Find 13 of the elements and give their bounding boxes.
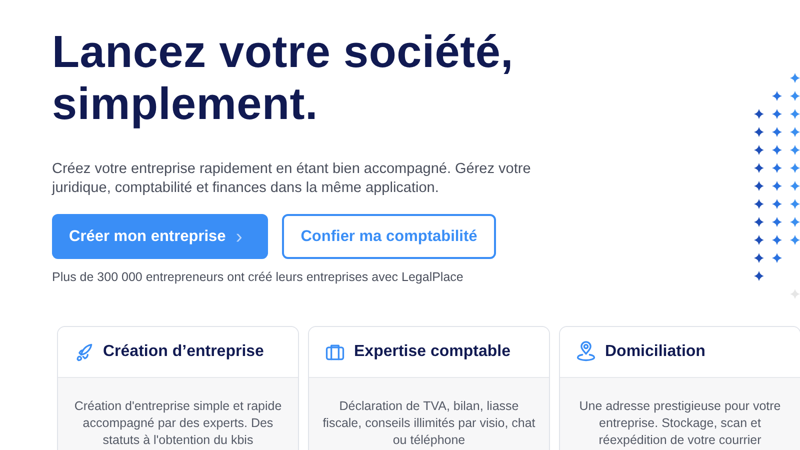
card-description: Création d'entreprise simple et rapide accompagné par des experts. Des statuts à l'obtention du kbis	[73, 398, 283, 449]
create-company-button[interactable]: Créer mon entreprise ›	[52, 214, 268, 259]
hero-subtitle: Créez votre entreprise rapidement en étant bien accompagné. Gérez votre juridique, comptabilité et finances dans la même application.	[52, 160, 532, 198]
card-title: Création d’entreprise	[103, 343, 264, 361]
card-description: Une adresse prestigieuse pour votre entreprise. Stockage, scan et réexpédition de votre courrier	[578, 398, 782, 449]
hero-title: Lancez votre société, simplement.	[52, 26, 514, 130]
hero-note: Plus de 300 000 entrepreneurs ont créé leurs entreprises avec LegalPlace	[52, 270, 464, 284]
location-pin-icon	[575, 341, 597, 363]
card-description: Déclaration de TVA, bilan, liasse fiscale, conseils illimités par visio, chat ou téléphone	[322, 398, 536, 449]
card-title: Expertise comptable	[354, 343, 510, 361]
accounting-button[interactable]: Confier ma comptabilité	[282, 214, 496, 259]
chevron-icon: ›	[236, 226, 242, 246]
card-title: Domiciliation	[605, 343, 706, 361]
